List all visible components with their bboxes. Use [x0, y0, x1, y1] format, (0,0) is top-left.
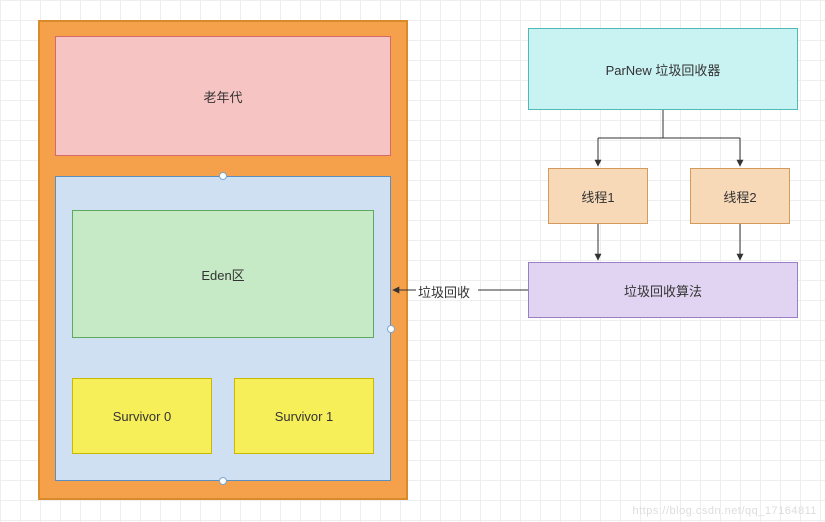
selection-handle-icon: [387, 325, 395, 333]
old-generation-label: 老年代: [203, 87, 242, 106]
thread1-box: 线程1: [548, 168, 648, 224]
selection-handle-icon: [219, 172, 227, 180]
survivor1-label: Survivor 1: [275, 409, 334, 424]
survivor1-box: Survivor 1: [234, 378, 374, 454]
survivor0-label: Survivor 0: [113, 409, 172, 424]
thread2-label: 线程2: [723, 187, 756, 206]
thread2-box: 线程2: [690, 168, 790, 224]
gc-algorithm-label: 垃圾回收算法: [624, 281, 702, 300]
thread1-label: 线程1: [581, 187, 614, 206]
parnew-collector-label: ParNew 垃圾回收器: [606, 60, 721, 79]
selection-handle-icon: [219, 477, 227, 485]
survivor0-box: Survivor 0: [72, 378, 212, 454]
gc-algorithm-box: 垃圾回收算法: [528, 262, 798, 318]
eden-label: Eden区: [201, 265, 244, 284]
old-generation-box: 老年代: [55, 36, 391, 156]
parnew-collector-box: ParNew 垃圾回收器: [528, 28, 798, 110]
eden-box: Eden区: [72, 210, 374, 338]
watermark-text: https://blog.csdn.net/qq_17164811: [633, 505, 818, 517]
edge-label-gc: 垃圾回收: [418, 282, 470, 301]
